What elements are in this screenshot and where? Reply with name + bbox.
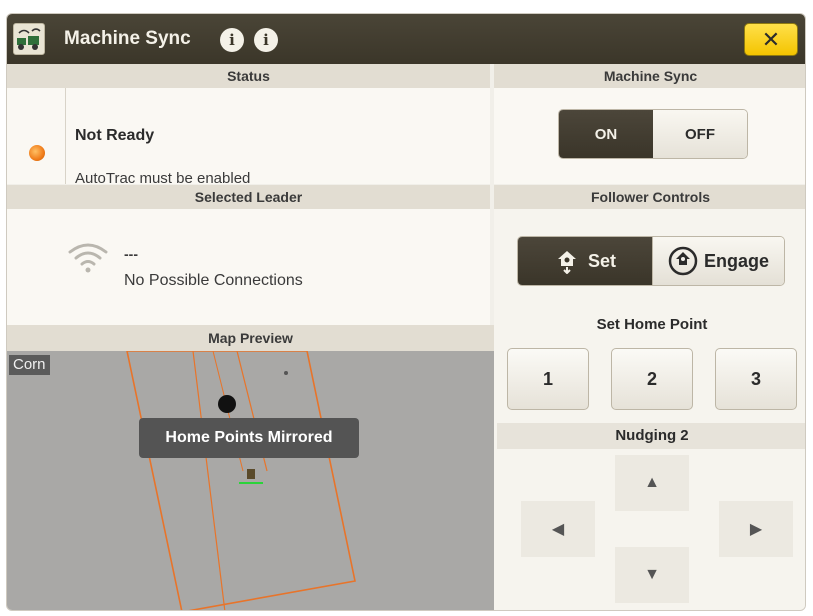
selected-leader-panel xyxy=(7,209,490,325)
follower-controls-header: Follower Controls xyxy=(494,185,805,209)
nudge-right-button[interactable]: ▶ xyxy=(719,501,793,557)
machine-sync-header: Machine Sync xyxy=(494,64,805,88)
machine-sync-on-button[interactable]: ON xyxy=(559,110,653,158)
nudge-down-button[interactable]: ▼ xyxy=(615,547,689,603)
home-point-1-button[interactable]: 1 xyxy=(507,348,589,410)
leader-name: --- xyxy=(124,246,138,262)
machine-sync-off-button[interactable]: OFF xyxy=(653,110,747,158)
nudge-up-button[interactable]: ▲ xyxy=(615,455,689,511)
arrow-down-icon: ▼ xyxy=(644,566,660,583)
home-point-2-button[interactable]: 2 xyxy=(611,348,693,410)
status-header: Status xyxy=(7,64,490,88)
status-divider xyxy=(65,88,66,184)
engage-label: Engage xyxy=(703,250,769,271)
info-alt-icon[interactable]: i xyxy=(254,28,278,52)
nudging-label: Nudging 2 xyxy=(497,423,805,449)
set-home-point-label: Set Home Point xyxy=(596,316,708,333)
engage-icon xyxy=(668,246,698,276)
set-home-icon xyxy=(557,251,576,274)
leader-message: No Possible Connections xyxy=(124,272,303,289)
map-canvas xyxy=(126,351,356,610)
map-point xyxy=(284,371,288,375)
field-line-a xyxy=(192,351,226,610)
map-preview-header: Map Preview xyxy=(7,325,494,351)
follower-marker xyxy=(247,469,255,479)
window-title: Machine Sync xyxy=(64,28,191,49)
map-toast: Home Points Mirrored xyxy=(139,418,359,458)
follower-mode-selector[interactable]: Set Engage xyxy=(517,236,785,286)
engage-button[interactable]: Engage xyxy=(652,237,784,285)
title-bar: Machine Sync i i ✕ xyxy=(7,14,805,64)
field-boundary xyxy=(126,351,356,610)
status-panel: Not Ready AutoTrac must be enabled xyxy=(7,88,490,187)
map-preview[interactable]: Corn Home Points Mirrored xyxy=(7,351,494,610)
machine-sync-toggle[interactable]: ON OFF xyxy=(558,109,748,159)
set-label: Set xyxy=(587,250,616,271)
arrow-up-icon: ▲ xyxy=(644,474,660,491)
wifi-icon xyxy=(68,243,108,273)
info-icon[interactable]: i xyxy=(220,28,244,52)
crop-label: Corn xyxy=(9,355,50,375)
close-button[interactable]: ✕ xyxy=(744,23,798,56)
machine-sync-window: Machine Sync i i ✕ Status Not Ready Auto… xyxy=(6,13,806,611)
leader-marker xyxy=(218,395,236,413)
arrow-left-icon: ◀ xyxy=(551,521,565,538)
home-point-3-button[interactable]: 3 xyxy=(715,348,797,410)
machine-sync-app-icon xyxy=(13,23,45,55)
status-indicator-icon xyxy=(29,145,45,161)
status-title: Not Ready xyxy=(75,127,155,144)
set-button[interactable]: Set xyxy=(518,237,652,285)
selected-leader-header: Selected Leader xyxy=(7,185,490,209)
arrow-right-icon: ▶ xyxy=(749,521,763,538)
nudge-left-button[interactable]: ◀ xyxy=(521,501,595,557)
close-icon: ✕ xyxy=(761,26,781,52)
